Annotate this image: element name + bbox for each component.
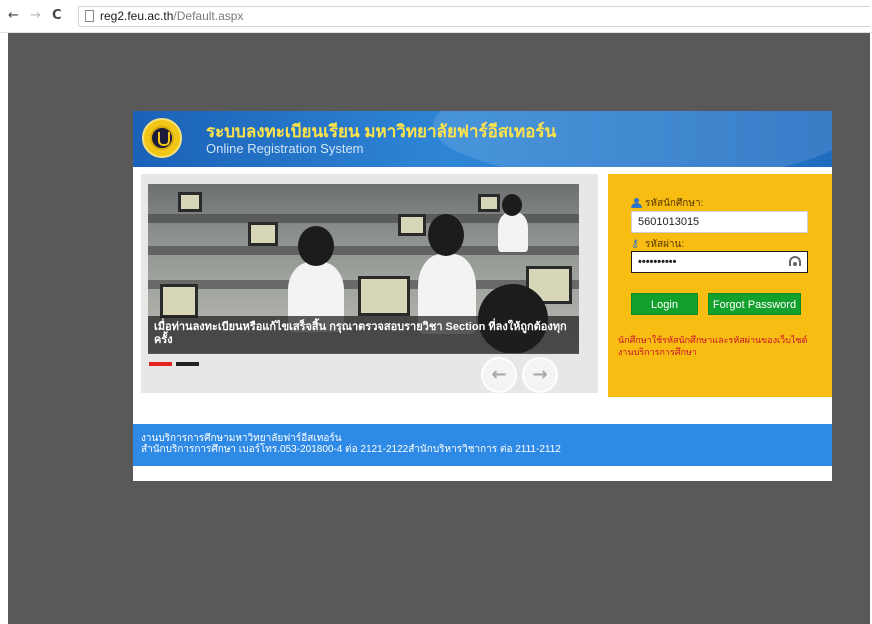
monitor (248, 222, 278, 246)
student-head (298, 226, 334, 266)
back-arrow-icon[interactable]: ← (8, 9, 19, 23)
site-header: ระบบลงทะเบียนเรียน มหาวิทยาลัยฟาร์อีสเทอ… (133, 111, 832, 167)
slider-next-arrow-icon[interactable]: → (522, 357, 558, 393)
page-icon (85, 10, 94, 22)
url-host: reg2.feu.ac.th (100, 9, 174, 23)
monitor (178, 192, 202, 212)
login-note: นักศึกษาใช้รหัสนักศึกษาและรหัสผ่านของเว็… (618, 335, 808, 357)
logo-seal (150, 126, 174, 150)
slider-prev-arrow-icon[interactable]: ← (481, 357, 517, 393)
site-title-thai: ระบบลงทะเบียนเรียน มหาวิทยาลัยฟาร์อีสเทอ… (206, 122, 557, 141)
monitor (358, 276, 410, 316)
slide-dot-active[interactable] (149, 362, 172, 366)
forgot-password-button[interactable]: Forgot Password (708, 293, 801, 315)
slide-caption: เมื่อท่านลงทะเบียนหรือแก้ไขเสร็จสิ้น กรุ… (148, 316, 579, 354)
student-head (428, 214, 464, 256)
university-logo (142, 118, 182, 158)
user-icon (631, 198, 642, 208)
monitor (160, 284, 198, 318)
url-text[interactable]: reg2.feu.ac.th/Default.aspx (100, 9, 243, 24)
site-title-english: Online Registration System (206, 141, 364, 156)
footer-line-1: งานบริการการศึกษามหาวิทยาลัยฟาร์อีสเทอร์… (141, 433, 342, 444)
login-button[interactable]: Login (631, 293, 698, 315)
logo-mark (158, 132, 170, 146)
browser-toolbar: ← → C reg2.feu.ac.th/Default.aspx (0, 0, 872, 33)
url-path: /Default.aspx (173, 9, 244, 23)
monitor (478, 194, 500, 212)
site-footer: งานบริการการศึกษามหาวิทยาลัยฟาร์อีสเทอร์… (133, 424, 832, 466)
student-figure (498, 212, 528, 252)
content-area: เมื่อท่านลงทะเบียนหรือแก้ไขเสร็จสิ้น กรุ… (133, 167, 832, 397)
reload-icon[interactable]: C (52, 9, 62, 23)
student-head (502, 194, 522, 216)
image-slider: เมื่อท่านลงทะเบียนหรือแก้ไขเสร็จสิ้น กรุ… (141, 174, 598, 393)
forward-arrow-icon[interactable]: → (30, 9, 41, 23)
login-panel: รหัสนักศึกษา: 5601013015 ⚷ รหัสผ่าน: •••… (608, 174, 832, 397)
address-bar[interactable]: reg2.feu.ac.th/Default.aspx (78, 6, 870, 27)
password-mask: •••••••••• (638, 256, 677, 268)
registration-panel: ระบบลงทะเบียนเรียน มหาวิทยาลัยฟาร์อีสเทอ… (133, 111, 832, 481)
footer-line-2: สำนักบริการการศึกษา เบอร์โทร.053-201800-… (141, 444, 561, 455)
eye-pupil (793, 262, 797, 266)
student-id-input[interactable]: 5601013015 (631, 211, 808, 233)
password-label: ⚷ รหัสผ่าน: (631, 239, 684, 251)
password-input[interactable]: •••••••••• (631, 251, 808, 273)
student-id-label: รหัสนักศึกษา: (631, 198, 703, 210)
monitor (398, 214, 426, 236)
slide-dot[interactable] (176, 362, 199, 366)
key-icon: ⚷ (631, 238, 640, 250)
